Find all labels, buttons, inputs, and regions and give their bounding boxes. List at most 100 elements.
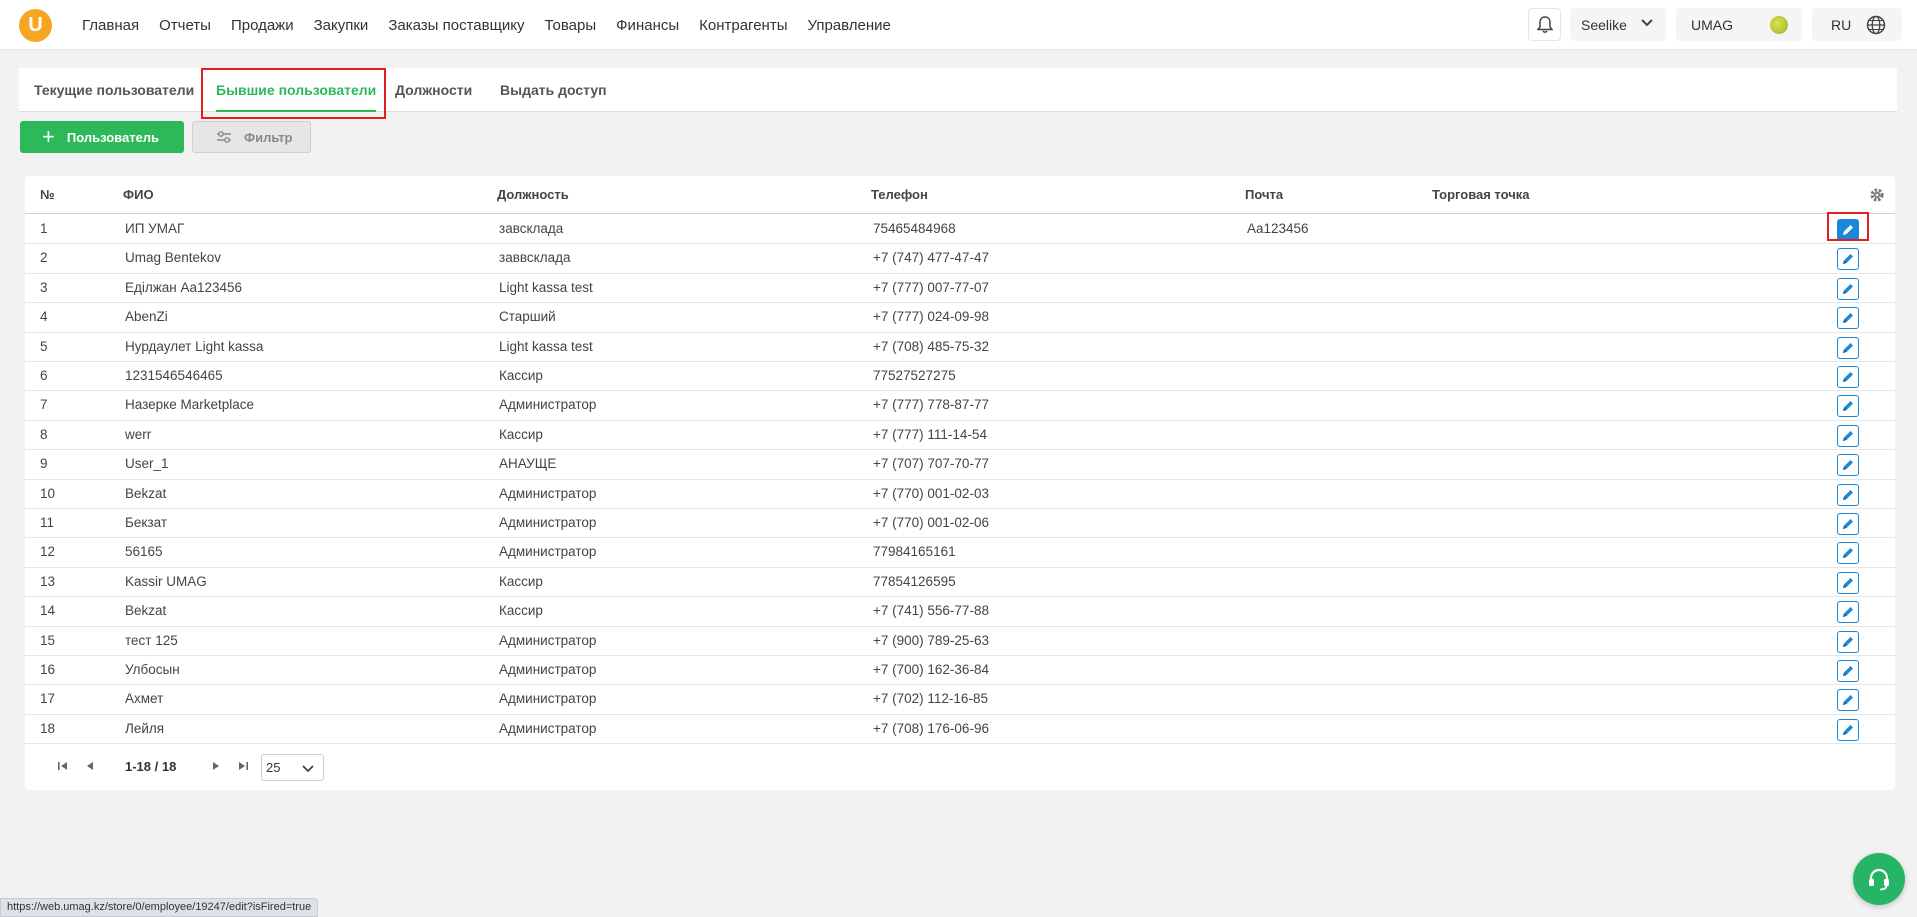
edit-user-button[interactable]	[1837, 630, 1859, 653]
edit-user-button[interactable]	[1837, 542, 1859, 565]
table-row: 17 Ахмет Администратор +7 (702) 112-16-85	[25, 685, 1895, 715]
nav-item-supplier-orders[interactable]: Заказы поставщику	[378, 17, 534, 34]
pencil-icon	[1843, 283, 1853, 294]
cell-number: 12	[40, 544, 56, 560]
cell-name: Bekzat	[125, 485, 167, 501]
pencil-icon	[1843, 548, 1853, 559]
gear-icon[interactable]	[1869, 187, 1885, 203]
cell-number: 10	[40, 485, 56, 501]
cell-position: Кассир	[499, 573, 543, 589]
prev-page-icon[interactable]	[85, 760, 95, 772]
filter-label: Фильтр	[244, 129, 293, 145]
col-header-position: Должность	[497, 187, 569, 202]
cell-number: 17	[40, 691, 56, 707]
tab-grant-access[interactable]: Выдать доступ	[500, 68, 607, 112]
main-nav: Главная Отчеты Продажи Закупки Заказы по…	[82, 0, 901, 50]
nav-item-reports[interactable]: Отчеты	[149, 17, 221, 34]
nav-item-management[interactable]: Управление	[797, 17, 900, 34]
cell-position: завсклада	[499, 221, 564, 236]
notifications-button[interactable]	[1528, 8, 1561, 41]
nav-item-finance[interactable]: Финансы	[606, 17, 689, 34]
edit-user-button[interactable]	[1837, 424, 1859, 447]
cell-position: Администратор	[499, 720, 597, 736]
cell-position: Light kassa test	[499, 338, 593, 354]
page-size-select[interactable]: 25	[261, 754, 324, 781]
table-row: 16 Улбосын Администратор +7 (700) 162-36-84	[25, 656, 1895, 686]
last-page-icon[interactable]	[237, 760, 249, 772]
pencil-icon	[1843, 489, 1853, 500]
cell-position: Администратор	[499, 397, 597, 413]
cell-name: 56165	[125, 544, 163, 560]
headset-icon	[1869, 868, 1889, 891]
edit-user-button[interactable]	[1837, 366, 1859, 388]
table-row: 15 тест 125 Администратор +7 (900) 789-25-6…	[25, 627, 1895, 656]
cell-name: Umag Bentekov	[125, 250, 222, 266]
tab-positions[interactable]: Должности	[395, 68, 472, 112]
nav-item-home[interactable]: Главная	[82, 17, 149, 34]
tab-former-users[interactable]: Бывшие пользователи	[216, 68, 377, 112]
cell-name: Назерке Marketplace	[125, 397, 255, 413]
edit-user-button[interactable]	[1837, 689, 1859, 712]
filter-button[interactable]: Фильтр	[192, 121, 311, 153]
edit-user-button[interactable]	[1837, 248, 1859, 271]
first-page-icon[interactable]	[57, 760, 69, 772]
nav-item-sales[interactable]: Продажи	[221, 17, 304, 34]
pencil-icon	[1843, 577, 1853, 588]
cell-phone: +7 (777) 007-77-07	[873, 279, 989, 295]
edit-user-button[interactable]	[1837, 513, 1859, 535]
edit-user-button[interactable]	[1837, 454, 1859, 477]
nav-item-products[interactable]: Товары	[535, 17, 607, 34]
store-select[interactable]: Seelike	[1570, 8, 1666, 41]
table-row: 8 werr Кассир +7 (777) 111-14-54	[25, 421, 1895, 451]
add-user-label: Пользователь	[66, 129, 160, 145]
cell-name: Kassir UMAG	[125, 573, 207, 589]
user-menu[interactable]: UMAG	[1676, 8, 1802, 41]
pencil-icon	[1843, 460, 1853, 471]
table-row: 1 ИП УМАГ завсклада 75465484968 Aa123456	[25, 215, 1895, 245]
cell-position: Старший	[499, 309, 556, 325]
cell-position: АНАУЩЕ	[499, 456, 557, 472]
cell-phone: +7 (708) 176-06-96	[873, 720, 989, 736]
cell-name: User_1	[125, 456, 169, 472]
edit-user-button[interactable]	[1837, 307, 1859, 330]
cell-number: 1	[40, 221, 48, 236]
edit-user-button[interactable]	[1837, 660, 1859, 682]
language-select[interactable]: RU	[1812, 8, 1902, 41]
add-user-button[interactable]: + Пользователь	[20, 121, 184, 153]
globe-icon	[1866, 15, 1886, 35]
edit-user-button[interactable]	[1837, 718, 1859, 741]
edit-user-button[interactable]	[1837, 483, 1859, 506]
support-chat-button[interactable]	[1853, 853, 1905, 905]
edit-user-button[interactable]	[1837, 571, 1859, 594]
pencil-icon	[1843, 342, 1853, 353]
cell-phone: +7 (900) 789-25-63	[873, 632, 989, 648]
cell-number: 18	[40, 720, 56, 736]
cell-name: werr	[125, 426, 152, 442]
edit-user-button[interactable]	[1837, 395, 1859, 418]
edit-user-button[interactable]	[1837, 336, 1859, 359]
table-row: 12 56165 Администратор 77984165161	[25, 538, 1895, 568]
cell-position: Кассир	[499, 603, 543, 619]
cell-number: 9	[40, 456, 48, 472]
tab-current-users[interactable]: Текущие пользователи	[34, 68, 194, 112]
next-page-icon[interactable]	[211, 760, 221, 772]
edit-user-button[interactable]	[1837, 219, 1859, 241]
cell-phone: +7 (770) 001-02-03	[873, 485, 989, 501]
nav-item-counterparties[interactable]: Контрагенты	[689, 17, 797, 34]
col-header-store: Торговая точка	[1432, 187, 1530, 202]
cell-position: Администратор	[499, 632, 597, 648]
cell-name: 1231546546465	[125, 368, 223, 383]
col-header-phone: Телефон	[871, 187, 928, 202]
cell-number: 3	[40, 279, 48, 295]
cell-position: Администратор	[499, 515, 597, 530]
table-row: 13 Kassir UMAG Кассир 77854126595	[25, 568, 1895, 598]
pencil-icon	[1843, 519, 1853, 529]
chevron-down-icon	[1641, 19, 1653, 27]
edit-user-button[interactable]	[1837, 277, 1859, 300]
edit-user-button[interactable]	[1837, 601, 1859, 624]
umag-logo[interactable]: U	[19, 9, 52, 42]
pagination-info: 1-18 / 18	[125, 759, 177, 774]
cell-phone: 75465484968	[873, 221, 956, 236]
nav-item-purchases[interactable]: Закупки	[304, 17, 379, 34]
cell-name: тест 125	[125, 632, 178, 648]
